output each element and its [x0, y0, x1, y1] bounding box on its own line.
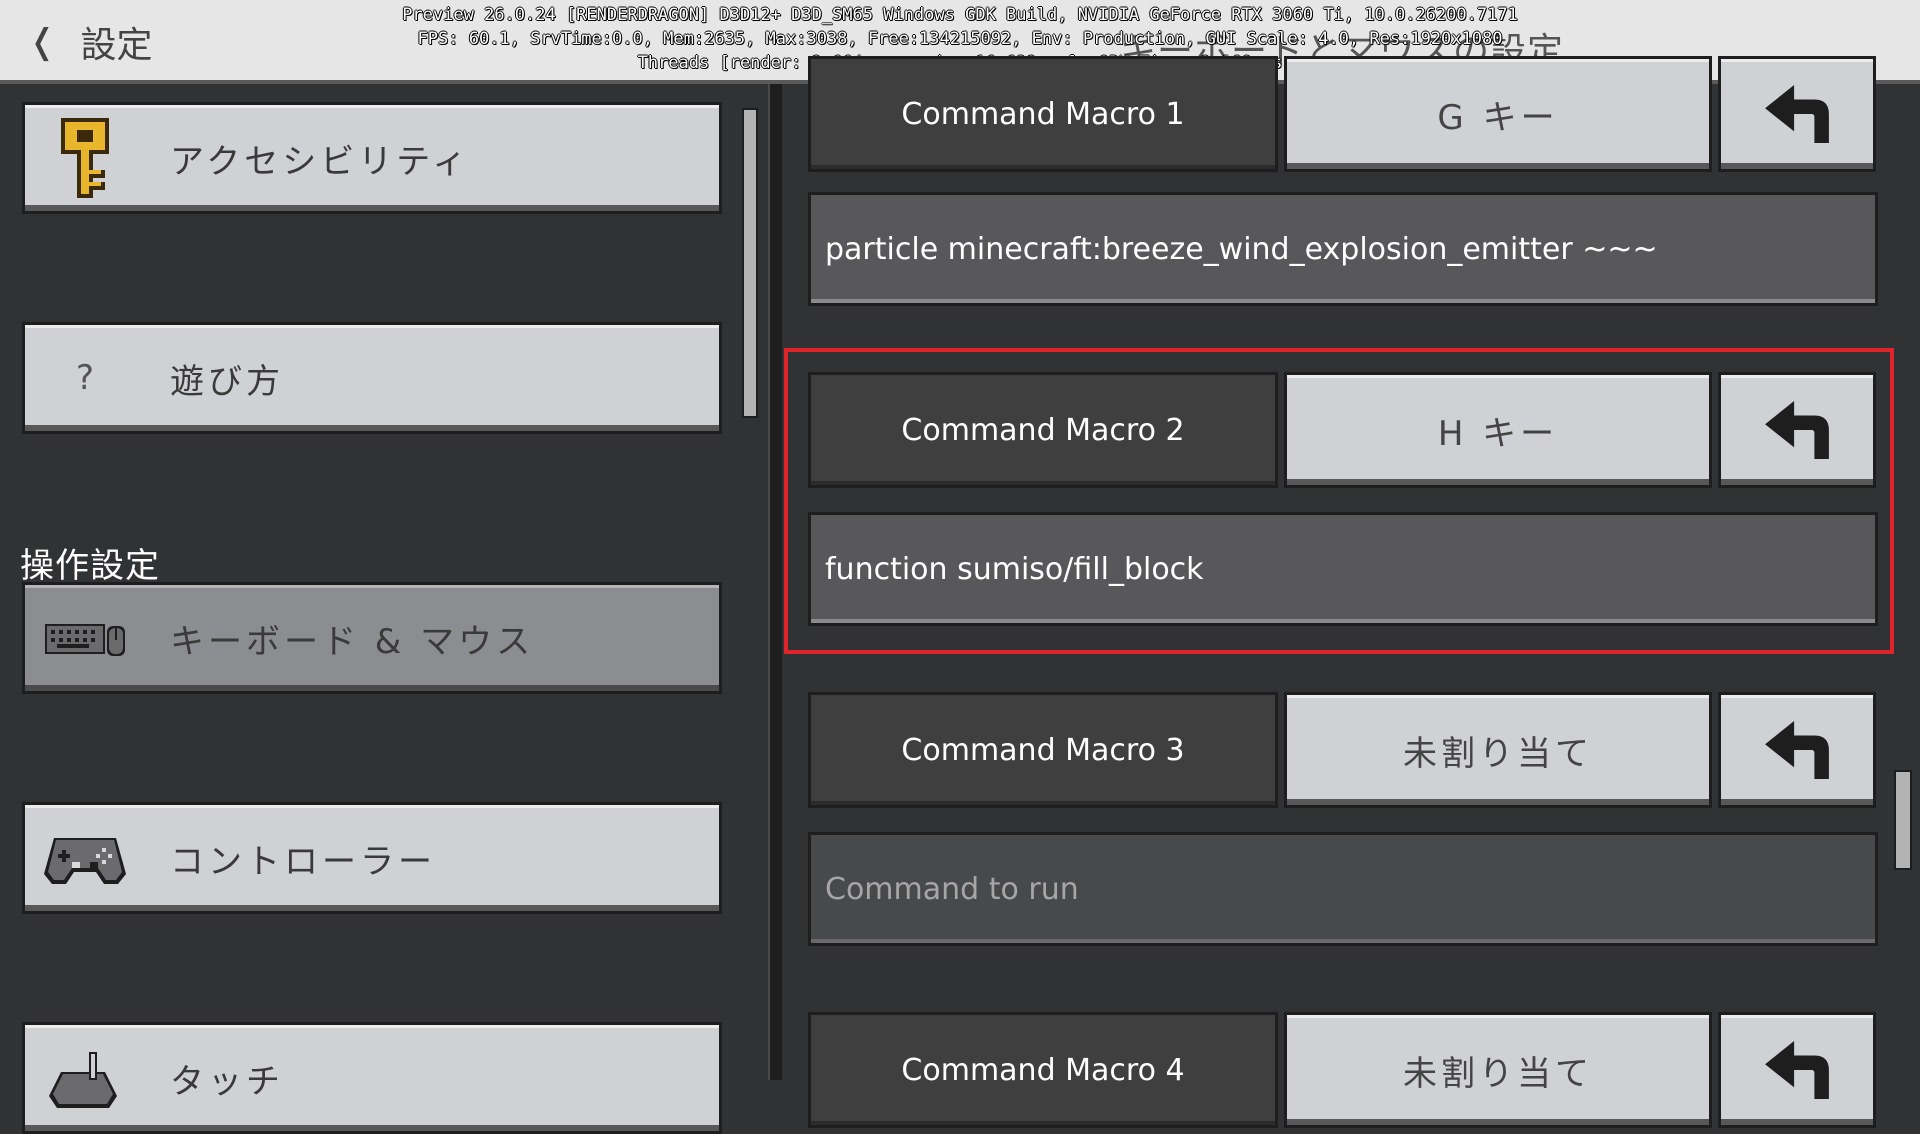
- controller-icon: [25, 830, 145, 886]
- key-icon: [25, 118, 145, 198]
- macro-command-input-2[interactable]: function sumiso/fill_block: [808, 512, 1878, 626]
- sidebar-item-keyboard-mouse[interactable]: キーボード & マウス: [22, 582, 722, 694]
- keyboard-mouse-icon: [25, 618, 145, 658]
- macro-name-1: Command Macro 1: [808, 56, 1278, 172]
- macro-name-2: Command Macro 2: [808, 372, 1278, 488]
- debug-line: FPS: 60.1, SrvTime:0.0, Mem:2635, Max:30…: [417, 29, 1503, 49]
- sidebar-scrollbar[interactable]: [742, 108, 758, 418]
- macro-key-button-2[interactable]: H キー: [1284, 372, 1712, 488]
- macro-reset-button-2[interactable]: [1718, 372, 1876, 488]
- sidebar-item-label: コントローラー: [170, 841, 436, 882]
- macro-key-button-3[interactable]: 未割り当て: [1284, 692, 1712, 808]
- macro-panel-scrollbar[interactable]: [1894, 770, 1912, 870]
- debug-line: Preview 26.0.24 [RENDERDRAGON] D3D12+ D3…: [402, 5, 1518, 25]
- sidebar-item-label: アクセシビリティ: [170, 141, 471, 182]
- sidebar-item-controller[interactable]: コントローラー: [22, 802, 722, 914]
- section-label-controls: 操作設定: [20, 546, 160, 586]
- sidebar-item-label: キーボード & マウス: [170, 621, 535, 662]
- macro-reset-button-1[interactable]: [1718, 56, 1876, 172]
- back-button[interactable]: ❬ 設定: [28, 18, 153, 66]
- macro-reset-button-4[interactable]: [1718, 1012, 1876, 1128]
- question-icon: ?: [75, 358, 95, 398]
- undo-arrow-icon: [1765, 401, 1829, 459]
- undo-arrow-icon: [1765, 85, 1829, 143]
- macro-command-input-1[interactable]: particle minecraft:breeze_wind_explosion…: [808, 192, 1878, 306]
- chevron-left-icon: ❬: [28, 22, 57, 62]
- undo-arrow-icon: [1765, 1041, 1829, 1099]
- macro-key-button-4[interactable]: 未割り当て: [1284, 1012, 1712, 1128]
- macro-key-button-1[interactable]: G キー: [1284, 56, 1712, 172]
- sidebar-item-label: タッチ: [170, 1061, 284, 1102]
- sidebar-item-accessibility[interactable]: アクセシビリティ: [22, 102, 722, 214]
- macro-reset-button-3[interactable]: [1718, 692, 1876, 808]
- sidebar-item-label: 遊び方: [170, 361, 284, 402]
- macro-command-input-3[interactable]: Command to run: [808, 832, 1878, 946]
- touch-icon: [25, 1048, 145, 1108]
- sidebar-item-how-to-play[interactable]: ? 遊び方: [22, 322, 722, 434]
- macro-name-4: Command Macro 4: [808, 1012, 1278, 1128]
- back-label: 設定: [80, 25, 153, 66]
- undo-arrow-icon: [1765, 721, 1829, 779]
- macro-name-3: Command Macro 3: [808, 692, 1278, 808]
- sidebar-item-touch[interactable]: タッチ: [22, 1022, 722, 1134]
